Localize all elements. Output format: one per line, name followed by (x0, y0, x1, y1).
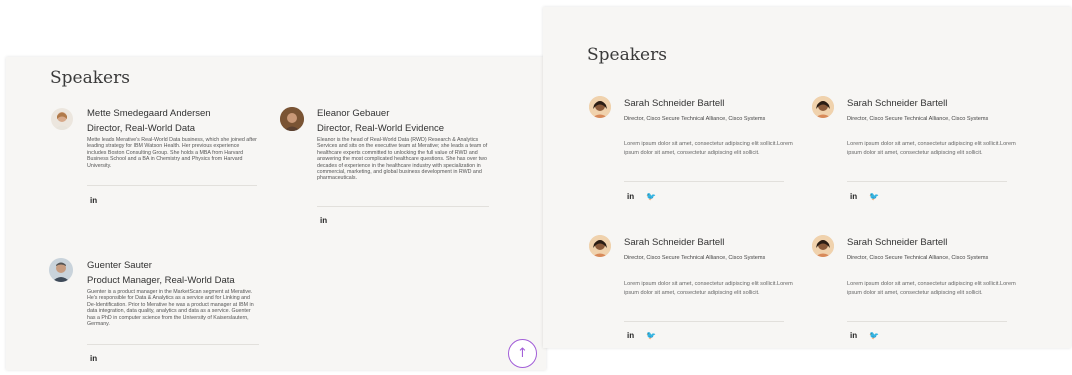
speaker-role: Director, Real-World Data (87, 123, 196, 134)
speaker-bio: Lorem ipsum dolor sit amet, consectetur … (847, 141, 1016, 156)
divider (624, 181, 784, 182)
avatar (589, 235, 611, 257)
speaker-bio: Guenter is a product manager in the Mark… (87, 289, 254, 328)
speaker-role: Product Manager, Real-World Data (87, 275, 235, 286)
twitter-icon[interactable]: 🐦 (869, 332, 879, 340)
speaker-bio: Lorem ipsum dolor sit amet, consectetur … (624, 281, 793, 296)
speakers-section-left: Speakers Mette Smedegaard Andersen Direc… (6, 57, 546, 370)
divider (847, 321, 1007, 322)
scroll-to-top-button[interactable]: ↑ (508, 339, 537, 368)
arrow-up-icon: ↑ (517, 346, 528, 361)
speaker-bio: Lorem ipsum dolor sit amet, consectetur … (847, 281, 1016, 296)
twitter-icon[interactable]: 🐦 (646, 332, 656, 340)
speaker-bio: Mette leads Merative's Real-World Data b… (87, 137, 257, 169)
linkedin-icon[interactable]: in (627, 193, 634, 201)
avatar (812, 96, 834, 118)
speaker-name: Sarah Schneider Bartell (847, 98, 948, 109)
divider (87, 185, 257, 186)
social-links: in 🐦 (850, 332, 879, 340)
speaker-role: Director, Cisco Secure Technical Allianc… (847, 255, 989, 261)
avatar (812, 235, 834, 257)
speaker-name: Sarah Schneider Bartell (624, 98, 725, 109)
speakers-section-right: Speakers Sarah Schneider Bartell Directo… (543, 7, 1071, 348)
linkedin-icon[interactable]: in (320, 217, 327, 225)
speaker-name: Mette Smedegaard Andersen (87, 108, 211, 119)
section-title: Speakers (587, 45, 667, 65)
avatar (280, 107, 304, 131)
linkedin-icon[interactable]: in (850, 193, 857, 201)
speaker-bio: Eleanor is the head of Real-World Data (… (317, 137, 488, 182)
linkedin-icon[interactable]: in (90, 197, 97, 205)
avatar (589, 96, 611, 118)
social-links: in 🐦 (627, 193, 656, 201)
divider (317, 206, 489, 207)
speaker-name: Sarah Schneider Bartell (624, 237, 725, 248)
social-links: in (90, 355, 97, 363)
twitter-icon[interactable]: 🐦 (869, 193, 879, 201)
speaker-name: Eleanor Gebauer (317, 108, 390, 119)
speaker-name: Guenter Sauter (87, 260, 152, 271)
section-title: Speakers (50, 68, 130, 88)
linkedin-icon[interactable]: in (627, 332, 634, 340)
speaker-bio: Lorem ipsum dolor sit amet, consectetur … (624, 141, 793, 156)
divider (847, 181, 1007, 182)
social-links: in (320, 217, 327, 225)
speaker-role: Director, Cisco Secure Technical Allianc… (624, 116, 766, 122)
social-links: in 🐦 (627, 332, 656, 340)
speaker-role: Director, Real-World Evidence (317, 123, 445, 134)
divider (624, 321, 784, 322)
avatar (51, 108, 73, 130)
speaker-role: Director, Cisco Secure Technical Allianc… (624, 255, 766, 261)
speaker-name: Sarah Schneider Bartell (847, 237, 948, 248)
speaker-role: Director, Cisco Secure Technical Allianc… (847, 116, 989, 122)
avatar (49, 258, 73, 282)
linkedin-icon[interactable]: in (90, 355, 97, 363)
social-links: in 🐦 (850, 193, 879, 201)
twitter-icon[interactable]: 🐦 (646, 193, 656, 201)
divider (87, 344, 259, 345)
social-links: in (90, 197, 97, 205)
linkedin-icon[interactable]: in (850, 332, 857, 340)
